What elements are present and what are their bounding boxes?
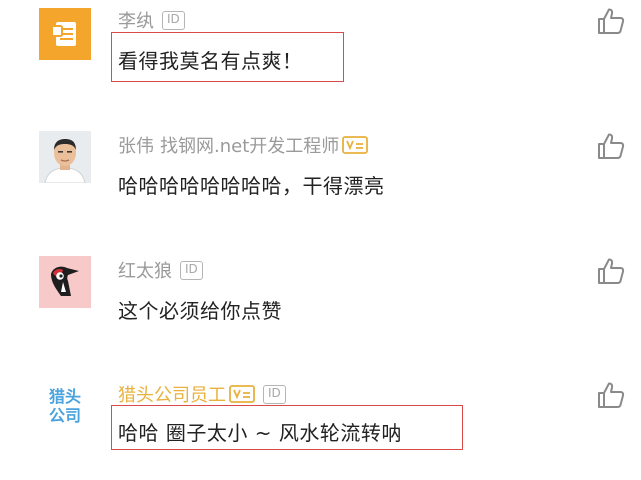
comment-text: 哈哈哈哈哈哈哈哈，干得漂亮 [118, 174, 385, 198]
thumbs-up-icon [598, 133, 625, 159]
comment-item: 红太狼 ID 这个必须给你点赞 [0, 256, 641, 356]
comment-item: 猎头 公司 猎头公司员工 ID 哈哈 圈子太小 ~ 风水轮流转呐 [0, 380, 641, 480]
person-photo [39, 131, 91, 183]
like-button[interactable] [596, 6, 626, 36]
comment-header: 红太狼 ID [118, 256, 203, 284]
comment-item: 李纨 ID 看得我莫名有点爽！ [0, 6, 641, 106]
comment-header: 李纨 ID [118, 6, 185, 34]
comment-text: 看得我莫名有点爽！ [118, 49, 303, 73]
like-button[interactable] [596, 131, 626, 161]
commenter-title: 找钢网.net开发工程师 [160, 136, 340, 157]
thumbs-up-icon [598, 382, 625, 408]
comment-item: 张伟 找钢网.net开发工程师 哈哈哈哈哈哈哈哈，干得漂亮 [0, 131, 641, 231]
avatar[interactable] [39, 8, 91, 60]
like-button[interactable] [596, 380, 626, 410]
commenter-name[interactable]: 张伟 [118, 132, 154, 158]
thumbs-up-icon [598, 8, 625, 34]
hunter-logo-line2: 公司 [48, 406, 81, 425]
id-badge: ID [162, 10, 185, 30]
woodpecker-icon [39, 256, 91, 308]
like-button[interactable] [596, 256, 626, 286]
commenter-name[interactable]: 李纨 [118, 7, 154, 33]
thumbs-up-icon [598, 258, 625, 284]
comment-header: 猎头公司员工 ID [118, 380, 286, 408]
hunter-logo-line1: 猎头 [48, 387, 81, 406]
avatar[interactable] [39, 256, 91, 308]
commenter-name[interactable]: 猎头公司员工 [118, 381, 226, 407]
commenter-name[interactable]: 红太狼 [118, 257, 172, 283]
verified-badge-icon [342, 136, 369, 154]
avatar[interactable] [39, 131, 91, 183]
comment-header: 张伟 找钢网.net开发工程师 [118, 131, 369, 159]
id-badge: ID [180, 260, 203, 280]
comment-text: 哈哈 圈子太小 ~ 风水轮流转呐 [118, 421, 402, 445]
avatar[interactable]: 猎头 公司 [39, 380, 91, 432]
comment-text: 这个必须给你点赞 [118, 299, 282, 323]
document-icon [39, 8, 91, 60]
id-badge: ID [263, 384, 286, 404]
verified-badge-icon [229, 385, 255, 403]
